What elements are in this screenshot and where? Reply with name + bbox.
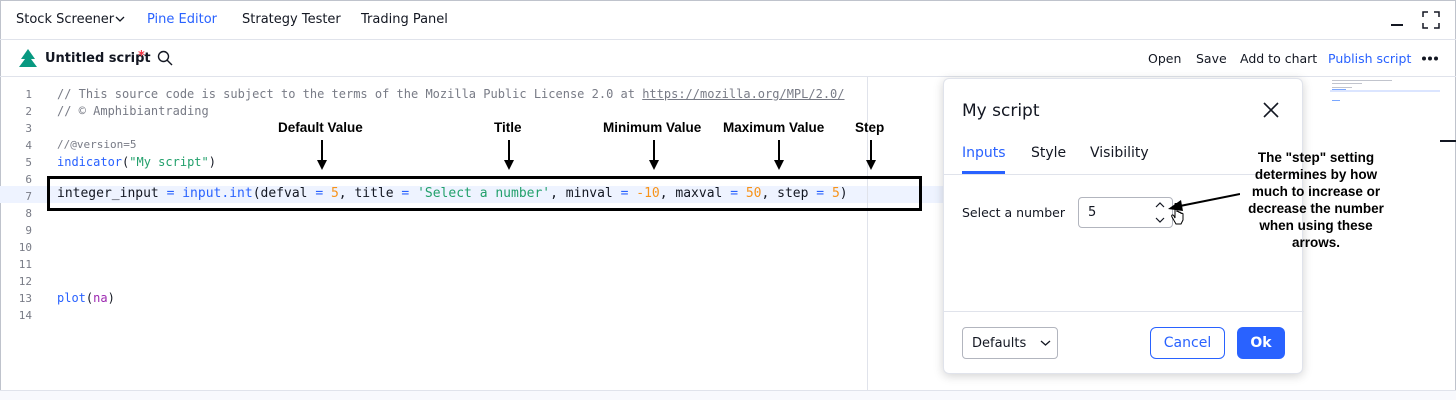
cancel-button[interactable]: Cancel	[1150, 327, 1225, 359]
arrow-down-icon	[504, 140, 514, 170]
maximize-icon[interactable]	[1422, 11, 1440, 29]
code-line-2[interactable]: // © Amphibiantrading	[57, 104, 209, 118]
editor-toolbar: Untitled script * Open Save Add to chart…	[0, 40, 1456, 77]
tab-trading-panel[interactable]: Trading Panel	[361, 12, 448, 27]
add-to-chart-button[interactable]: Add to chart	[1240, 51, 1317, 66]
status-bar	[0, 390, 1456, 400]
save-button[interactable]: Save	[1196, 51, 1227, 66]
line-number: 7	[25, 190, 32, 203]
arrow-down-icon	[866, 140, 876, 170]
code-line-4[interactable]: //@version=5	[57, 138, 136, 151]
close-icon[interactable]	[1262, 101, 1280, 119]
field-label: Select a number	[962, 205, 1065, 220]
pine-logo-icon	[19, 49, 37, 67]
code-string: "My script"	[129, 155, 209, 169]
search-icon[interactable]	[157, 50, 173, 66]
code-line-5[interactable]: indicator("My script")	[57, 155, 216, 169]
step-annotation-note: The "step" setting determines by how muc…	[1248, 150, 1384, 250]
arrow-down-icon	[649, 140, 659, 170]
line-number: 14	[18, 309, 32, 322]
line-number: 11	[18, 258, 32, 271]
line-number: 5	[25, 156, 32, 169]
arrow-down-icon	[774, 140, 784, 170]
version-directive: //@version=5	[57, 138, 137, 151]
tab-strategy-tester[interactable]: Strategy Tester	[242, 12, 341, 27]
code-function: indicator	[57, 155, 123, 169]
script-name[interactable]: Untitled script	[45, 51, 151, 66]
code-punct: )	[107, 291, 115, 305]
unsaved-marker: *	[138, 49, 145, 64]
line-number: 2	[25, 105, 32, 118]
tab-style[interactable]: Style	[1031, 145, 1066, 161]
arrow-down-icon	[317, 140, 327, 170]
arrow-left-icon	[1168, 193, 1240, 211]
line-number: 10	[18, 241, 32, 254]
line-number: 12	[18, 275, 32, 288]
minimap[interactable]	[1330, 78, 1440, 108]
code-comment: // © Amphibiantrading	[57, 104, 209, 118]
tab-pine-editor[interactable]: Pine Editor	[147, 12, 217, 27]
chevron-down-icon[interactable]	[1040, 339, 1051, 347]
code-highlight-box	[47, 176, 922, 211]
stepper-up-icon[interactable]	[1154, 201, 1166, 209]
code-function: plot	[57, 291, 86, 305]
more-icon[interactable]	[1421, 56, 1439, 61]
tab-inputs[interactable]: Inputs	[962, 145, 1006, 161]
license-link[interactable]: https://mozilla.org/MPL/2.0/	[642, 87, 844, 101]
annotation-minimum-value: Minimum Value	[603, 120, 702, 135]
annotation-default-value: Default Value	[278, 120, 363, 135]
line-number: 1	[25, 88, 32, 101]
annotation-maximum-value: Maximum Value	[723, 120, 825, 135]
annotation-step: Step	[855, 120, 885, 135]
line-number: 13	[18, 292, 32, 305]
annotation-title: Title	[494, 120, 522, 135]
code-line-1[interactable]: // This source code is subject to the te…	[57, 87, 845, 101]
footer-divider	[944, 311, 1304, 312]
stepper-down-icon[interactable]	[1154, 216, 1166, 224]
line-number: 3	[25, 122, 32, 135]
tab-stock-screener[interactable]: Stock Screener	[16, 12, 114, 27]
minimize-icon[interactable]	[1391, 24, 1403, 26]
code-punct: )	[208, 155, 216, 169]
code-comment: // This source code is subject to the te…	[57, 87, 643, 101]
line-number: 9	[25, 224, 32, 237]
bottom-panel-tab-bar: Stock Screener Pine Editor Strategy Test…	[0, 0, 1456, 40]
publish-script-button[interactable]: Publish script	[1328, 51, 1411, 66]
line-number: 4	[25, 139, 32, 152]
scroll-marker	[1440, 140, 1456, 142]
tab-visibility[interactable]: Visibility	[1090, 145, 1149, 161]
code-line-13[interactable]: plot(na)	[57, 291, 115, 305]
dialog-title: My script	[962, 101, 1040, 121]
open-button[interactable]: Open	[1148, 51, 1181, 66]
line-number: 6	[25, 173, 32, 186]
chevron-down-icon[interactable]	[114, 13, 126, 25]
line-number: 8	[25, 207, 32, 220]
code-constant: na	[93, 291, 108, 305]
ok-button[interactable]: Ok	[1237, 327, 1285, 359]
